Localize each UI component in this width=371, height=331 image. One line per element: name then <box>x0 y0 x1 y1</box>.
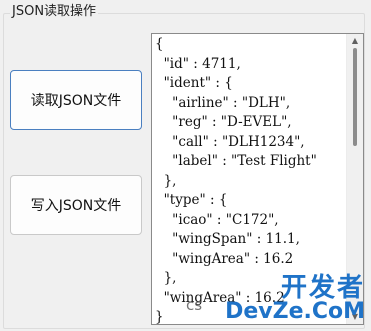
groupbox-title: JSON读取操作 <box>10 4 99 20</box>
watermark-prefix: cs <box>186 296 203 314</box>
main-window: JSON读取操作 读取JSON文件 写入JSON文件 { "id" : 4711… <box>0 0 371 331</box>
watermark-line1: 开发者 <box>280 273 365 303</box>
watermark-line2: DevZe.CoM <box>225 299 365 324</box>
scroll-up-arrow-icon[interactable]: ▲ <box>347 34 363 48</box>
scrollbar-thumb[interactable] <box>353 48 357 146</box>
read-json-button[interactable]: 读取JSON文件 <box>10 70 142 130</box>
write-json-button[interactable]: 写入JSON文件 <box>10 175 142 235</box>
watermark-logo: 开发者 DevZe.CoM <box>225 275 365 323</box>
